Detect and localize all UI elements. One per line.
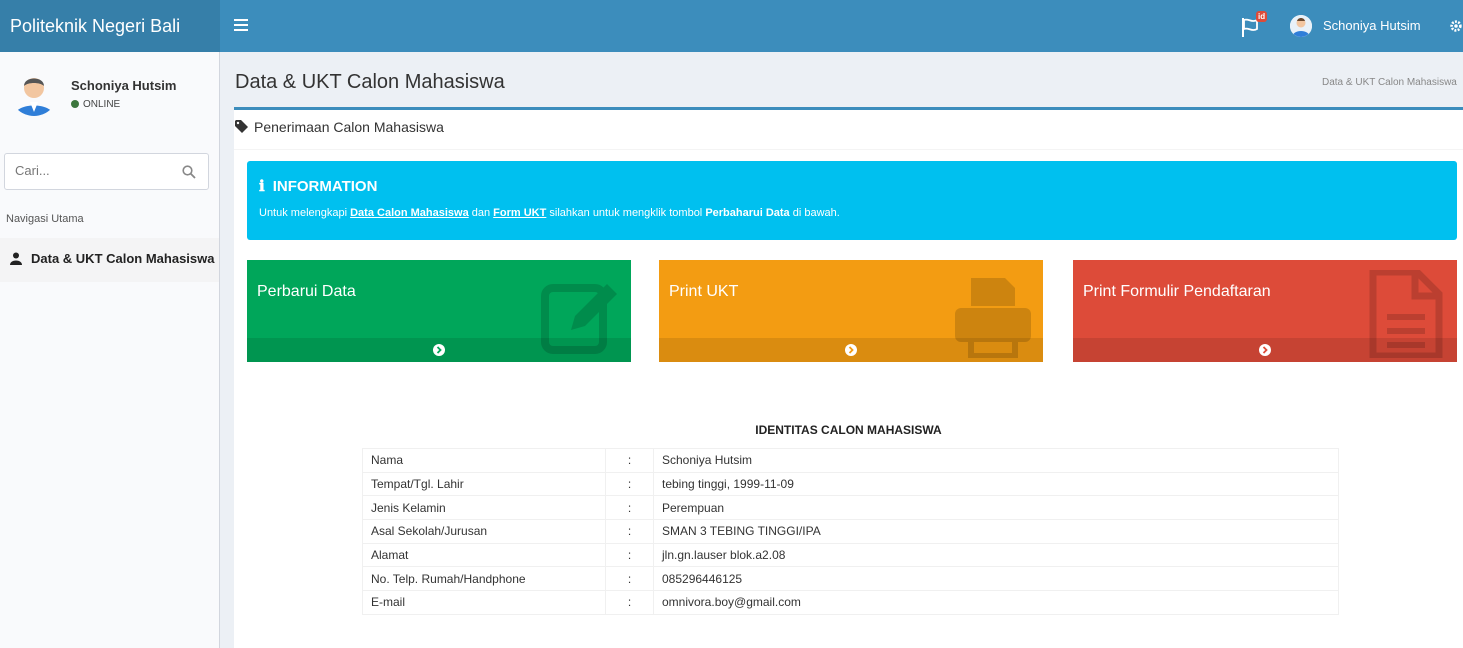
identity-label: Tempat/Tgl. Lahir bbox=[362, 471, 606, 497]
sidebar-item-label: Data & UKT Calon Mahasiswa bbox=[31, 251, 215, 266]
sidebar: Schoniya Hutsim ONLINE Navigasi Utama Da… bbox=[0, 52, 220, 648]
tile-label: Perbarui Data bbox=[257, 283, 356, 300]
tile-label: Print Formulir Pendaftaran bbox=[1083, 283, 1271, 300]
search-icon[interactable] bbox=[182, 165, 196, 179]
sidebar-user-name: Schoniya Hutsim bbox=[71, 78, 177, 93]
tile-label: Print UKT bbox=[669, 283, 739, 300]
user-avatar[interactable] bbox=[1290, 15, 1312, 37]
brand-logo[interactable]: Politeknik Negeri Bali bbox=[0, 0, 220, 52]
identity-separator: : bbox=[605, 542, 654, 568]
identity-value: 085296446125 bbox=[653, 566, 1339, 592]
tile-footer[interactable] bbox=[659, 338, 1043, 362]
perbarui-data-tile[interactable]: Perbarui Data bbox=[247, 260, 631, 362]
user-status: ONLINE bbox=[71, 99, 120, 110]
sidebar-user-avatar bbox=[10, 68, 58, 116]
table-row: Tempat/Tgl. Lahir : tebing tinggi, 1999-… bbox=[362, 471, 1339, 497]
callout-text: Untuk melengkapi Data Calon Mahasiswa da… bbox=[259, 207, 840, 219]
identity-label: Nama bbox=[362, 448, 606, 473]
page-title: Data & UKT Calon Mahasiswa bbox=[235, 71, 505, 93]
identity-label: E-mail bbox=[362, 590, 606, 615]
table-row: E-mail : omnivora.boy@gmail.com bbox=[362, 590, 1339, 615]
table-row: Asal Sekolah/Jurusan : SMAN 3 TEBING TIN… bbox=[362, 519, 1339, 544]
sidebar-toggle-icon[interactable] bbox=[234, 16, 248, 36]
callout-title-text: INFORMATION bbox=[272, 178, 378, 195]
identity-label: No. Telp. Rumah/Handphone bbox=[362, 566, 606, 592]
identity-value: Perempuan bbox=[653, 495, 1339, 521]
tile-footer[interactable] bbox=[1073, 338, 1457, 362]
callout-link-data-calon[interactable]: Data Calon Mahasiswa bbox=[350, 207, 469, 219]
breadcrumb[interactable]: Data & UKT Calon Mahasiswa bbox=[1322, 77, 1457, 88]
gear-icon[interactable] bbox=[1449, 18, 1463, 34]
identity-separator: : bbox=[605, 519, 654, 544]
arrow-circle-right-icon bbox=[1259, 344, 1271, 356]
callout-text-part: silahkan untuk mengklik tombol bbox=[546, 207, 706, 219]
identity-separator: : bbox=[605, 566, 654, 592]
callout-link-form-ukt[interactable]: Form UKT bbox=[493, 207, 546, 219]
table-row: Nama : Schoniya Hutsim bbox=[362, 448, 1339, 473]
top-navbar: Politeknik Negeri Bali id Schoniya Hutsi… bbox=[0, 0, 1463, 52]
online-dot-icon bbox=[71, 100, 79, 108]
info-icon: ℹ bbox=[259, 179, 265, 195]
identity-label: Jenis Kelamin bbox=[362, 495, 606, 521]
box-divider bbox=[234, 149, 1463, 150]
identity-value: tebing tinggi, 1999-11-09 bbox=[653, 471, 1339, 497]
nav-header: Navigasi Utama bbox=[6, 213, 84, 225]
identity-value: SMAN 3 TEBING TINGGI/IPA bbox=[653, 519, 1339, 544]
identity-separator: : bbox=[605, 495, 654, 521]
box-title-text: Penerimaan Calon Mahasiswa bbox=[254, 119, 444, 135]
sidebar-item-data-ukt[interactable]: Data & UKT Calon Mahasiswa bbox=[0, 238, 219, 282]
callout-text-part: dan bbox=[468, 207, 494, 219]
print-ukt-tile[interactable]: Print UKT bbox=[659, 260, 1043, 362]
box-title: Penerimaan Calon Mahasiswa bbox=[235, 119, 444, 135]
identity-separator: : bbox=[605, 448, 654, 473]
table-row: Alamat : jln.gn.lauser blok.a2.08 bbox=[362, 542, 1339, 568]
arrow-circle-right-icon bbox=[845, 344, 857, 356]
identity-label: Asal Sekolah/Jurusan bbox=[362, 519, 606, 544]
callout-text-part: di bawah. bbox=[789, 207, 840, 219]
identity-value: jln.gn.lauser blok.a2.08 bbox=[653, 542, 1339, 568]
identity-label: Alamat bbox=[362, 542, 606, 568]
search-input[interactable] bbox=[15, 163, 165, 178]
notification-badge: id bbox=[1256, 11, 1268, 22]
arrow-circle-right-icon bbox=[433, 344, 445, 356]
identity-value: omnivora.boy@gmail.com bbox=[653, 590, 1339, 615]
identity-separator: : bbox=[605, 590, 654, 615]
identity-value: Schoniya Hutsim bbox=[653, 448, 1339, 473]
status-label: ONLINE bbox=[83, 99, 121, 110]
identity-table: Nama : Schoniya Hutsim Tempat/Tgl. Lahir… bbox=[362, 448, 1339, 615]
identity-separator: : bbox=[605, 471, 654, 497]
search-box bbox=[4, 153, 209, 190]
callout-title: ℹ INFORMATION bbox=[259, 177, 377, 196]
print-formulir-tile[interactable]: Print Formulir Pendaftaran bbox=[1073, 260, 1457, 362]
top-user-name[interactable]: Schoniya Hutsim bbox=[1323, 0, 1421, 52]
user-icon bbox=[10, 252, 22, 265]
identity-title: IDENTITAS CALON MAHASISWA bbox=[755, 423, 942, 437]
callout-text-part: Untuk melengkapi bbox=[259, 207, 351, 219]
tag-icon bbox=[235, 120, 248, 133]
table-row: Jenis Kelamin : Perempuan bbox=[362, 495, 1339, 521]
information-callout: ℹ INFORMATION Untuk melengkapi Data Calon… bbox=[247, 161, 1457, 240]
table-row: No. Telp. Rumah/Handphone : 085296446125 bbox=[362, 566, 1339, 592]
callout-bold-perbaharui: Perbaharui Data bbox=[705, 207, 790, 219]
tile-footer[interactable] bbox=[247, 338, 631, 362]
